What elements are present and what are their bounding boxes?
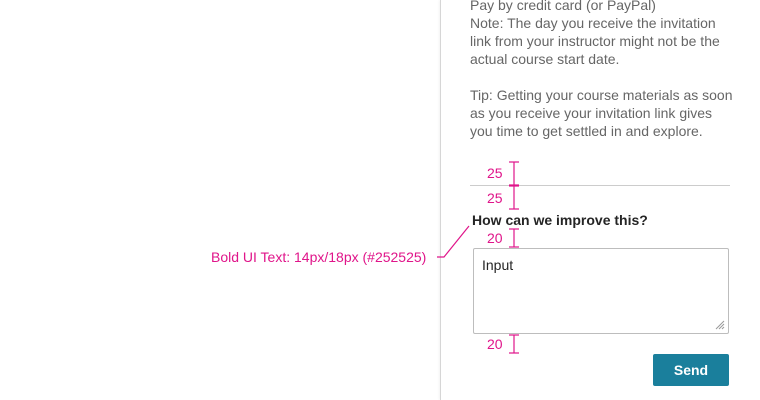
- redline-overlay: [437, 161, 519, 354]
- callout-leader-line: [437, 225, 470, 258]
- spacing-marker-25-top: [509, 161, 519, 186]
- spacing-marker-25-bottom: [509, 185, 519, 210]
- spacing-marker-20-textarea: [509, 334, 519, 354]
- spacing-marker-20-question: [509, 228, 519, 248]
